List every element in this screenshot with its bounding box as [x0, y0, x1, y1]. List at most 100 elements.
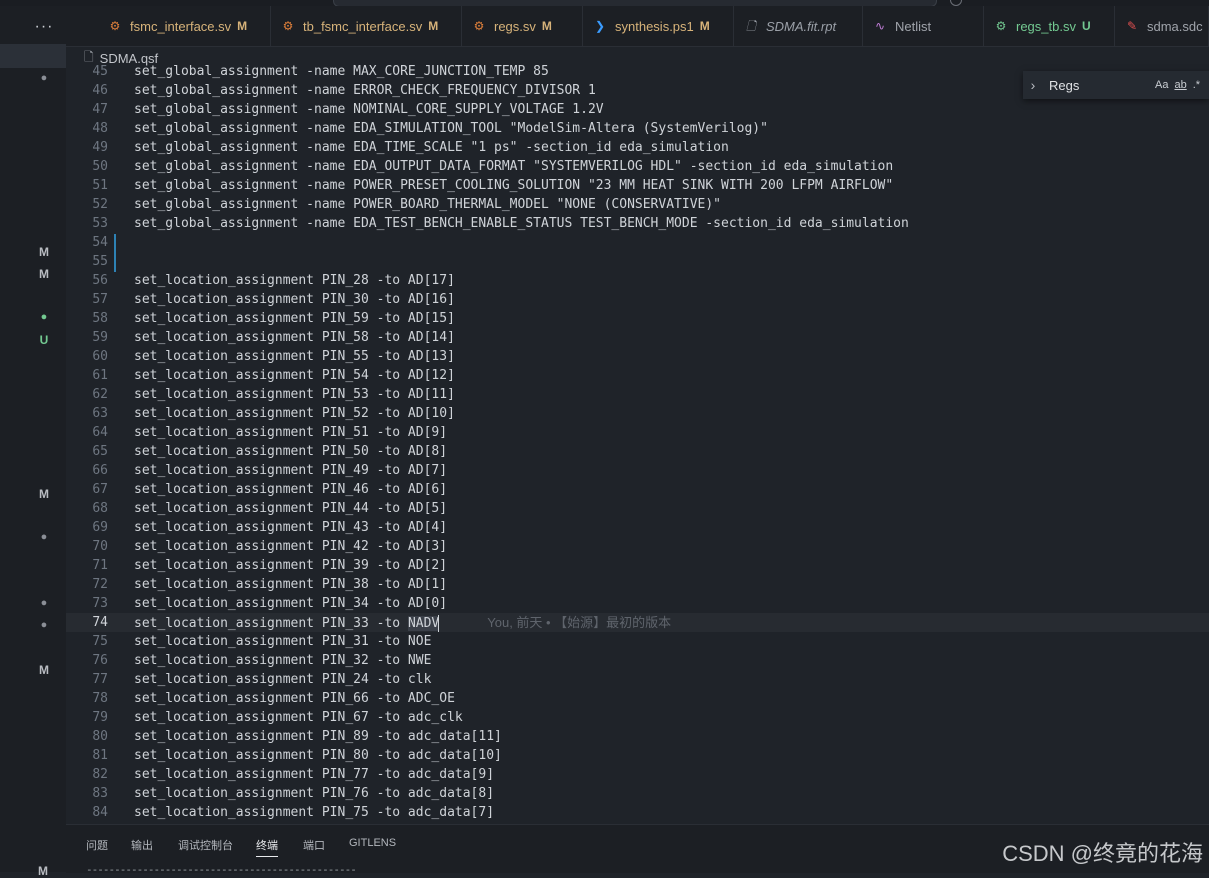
code-line[interactable]: 47 set_global_assignment -name NOMINAL_CO…	[66, 100, 1209, 119]
git-blame-annotation[interactable]: You, 前天 • 【始源】最初的版本	[487, 615, 671, 630]
code-line[interactable]: 60 set_location_assignment PIN_55 -to AD[…	[66, 347, 1209, 366]
code-line[interactable]: 76 set_location_assignment PIN_32 -to NWE	[66, 651, 1209, 670]
code-text: set_location_assignment PIN_55 -to AD[13…	[134, 349, 455, 364]
panel-tab-5[interactable]: GITLENS	[349, 837, 396, 849]
code-line[interactable]: 64 set_location_assignment PIN_51 -to AD[…	[66, 423, 1209, 442]
scm-marker: M	[39, 663, 49, 677]
code-line[interactable]: 67 set_location_assignment PIN_46 -to AD[…	[66, 480, 1209, 499]
tab-label: sdma.sdc	[1147, 18, 1203, 34]
code-line[interactable]: 52 set_global_assignment -name POWER_BOAR…	[66, 195, 1209, 214]
code-editor[interactable]: 45 set_global_assignment -name MAX_CORE_J…	[66, 62, 1209, 824]
code-line[interactable]: 73 set_location_assignment PIN_34 -to AD[…	[66, 594, 1209, 613]
status-dot-icon: ●	[40, 72, 48, 84]
tab-netlist[interactable]: ∿ Netlist	[863, 6, 984, 46]
line-number: 51	[92, 178, 108, 193]
code-line[interactable]: 51 set_global_assignment -name POWER_PRES…	[66, 176, 1209, 195]
code-line[interactable]: 84 set_location_assignment PIN_75 -to adc…	[66, 803, 1209, 822]
code-text: set_global_assignment -name POWER_PRESET…	[134, 178, 894, 193]
code-line[interactable]: 58 set_location_assignment PIN_59 -to AD[…	[66, 309, 1209, 328]
tab-label: fsmc_interface.sv	[130, 18, 232, 34]
panel-tab-0[interactable]: 问题	[86, 837, 108, 853]
code-line[interactable]: 57 set_location_assignment PIN_30 -to AD[…	[66, 290, 1209, 309]
line-number: 72	[92, 577, 108, 592]
code-line[interactable]: 61 set_location_assignment PIN_54 -to AD[…	[66, 366, 1209, 385]
code-line[interactable]: 49 set_global_assignment -name EDA_TIME_S…	[66, 138, 1209, 157]
tab-status-badge: M	[237, 19, 248, 33]
file-icon: 🗋	[746, 19, 756, 33]
code-line[interactable]: 63 set_location_assignment PIN_52 -to AD[…	[66, 404, 1209, 423]
code-line[interactable]: 62 set_location_assignment PIN_53 -to AD[…	[66, 385, 1209, 404]
tab-label: regs.sv	[494, 18, 536, 34]
panel-tab-2[interactable]: 调试控制台	[178, 837, 233, 853]
tab-status-badge: M	[428, 19, 439, 33]
code-line[interactable]: 70 set_location_assignment PIN_42 -to AD[…	[66, 537, 1209, 556]
code-text: set_global_assignment -name EDA_TEST_BEN…	[134, 216, 909, 231]
status-dot-icon: ●	[40, 619, 48, 631]
line-number: 50	[92, 159, 108, 174]
line-number: 68	[92, 501, 108, 516]
code-text: set_global_assignment -name NOMINAL_CORE…	[134, 102, 604, 117]
code-text: set_location_assignment PIN_24 -to clk	[134, 672, 432, 687]
tab-status-badge: U	[1081, 19, 1091, 33]
gear-file-icon: ⚙	[282, 19, 294, 33]
whole-word-toggle[interactable]: ab	[1174, 79, 1186, 91]
code-line[interactable]: 50 set_global_assignment -name EDA_OUTPUT…	[66, 157, 1209, 176]
tab-synthesis-ps1[interactable]: ❯ synthesis.ps1 M	[583, 6, 734, 46]
tab-sdma-sdc[interactable]: ✎ sdma.sdc	[1115, 6, 1209, 46]
code-line[interactable]: 59 set_location_assignment PIN_58 -to AD[…	[66, 328, 1209, 347]
line-number: 76	[92, 653, 108, 668]
code-line[interactable]: 69 set_location_assignment PIN_43 -to AD[…	[66, 518, 1209, 537]
code-line[interactable]: 56 set_location_assignment PIN_28 -to AD[…	[66, 271, 1209, 290]
line-number: 84	[92, 805, 108, 820]
code-line[interactable]: 55	[66, 252, 1209, 271]
code-line[interactable]: 82 set_location_assignment PIN_77 -to adc…	[66, 765, 1209, 784]
code-text: set_location_assignment PIN_76 -to adc_d…	[134, 786, 495, 801]
tab-regs-tb-sv[interactable]: ⚙ regs_tb.sv U	[984, 6, 1115, 46]
code-line[interactable]: 66 set_location_assignment PIN_49 -to AD[…	[66, 461, 1209, 480]
code-line[interactable]: 81 set_location_assignment PIN_80 -to adc…	[66, 746, 1209, 765]
status-dot-icon: ●	[40, 311, 48, 323]
code-line[interactable]: 78 set_location_assignment PIN_66 -to ADC…	[66, 689, 1209, 708]
line-number: 71	[92, 558, 108, 573]
code-line[interactable]: 48 set_global_assignment -name EDA_SIMULA…	[66, 119, 1209, 138]
code-line[interactable]: 54	[66, 233, 1209, 252]
match-case-toggle[interactable]: Aa	[1155, 79, 1168, 91]
line-number: 57	[92, 292, 108, 307]
code-line[interactable]: 71 set_location_assignment PIN_39 -to AD[…	[66, 556, 1209, 575]
code-line[interactable]: 75 set_location_assignment PIN_31 -to NOE	[66, 632, 1209, 651]
code-line[interactable]: 80 set_location_assignment PIN_89 -to adc…	[66, 727, 1209, 746]
code-line[interactable]: 53 set_global_assignment -name EDA_TEST_B…	[66, 214, 1209, 233]
regex-toggle[interactable]: .*	[1193, 79, 1200, 91]
code-text: set_global_assignment -name EDA_SIMULATI…	[134, 121, 768, 136]
line-number: 54	[92, 235, 108, 250]
feather-icon: ✎	[1126, 19, 1138, 33]
active-file-row[interactable]	[0, 44, 66, 68]
code-line[interactable]: 77 set_location_assignment PIN_24 -to clk	[66, 670, 1209, 689]
activity-sidebar: ··· ● M M ● U M ● ● ● M M	[0, 6, 66, 878]
code-line[interactable]: 74 set_location_assignment PIN_33 -to NAD…	[66, 613, 1209, 632]
line-number: 80	[92, 729, 108, 744]
code-line[interactable]: 79 set_location_assignment PIN_67 -to adc…	[66, 708, 1209, 727]
tab-fsmc-interface-sv[interactable]: ⚙ fsmc_interface.sv M	[98, 6, 271, 46]
line-number: 64	[92, 425, 108, 440]
line-number: 47	[92, 102, 108, 117]
code-text: set_location_assignment PIN_31 -to NOE	[134, 634, 432, 649]
code-text: set_location_assignment PIN_52 -to AD[10…	[134, 406, 455, 421]
find-input[interactable]: Regs	[1049, 78, 1149, 93]
code-line[interactable]: 68 set_location_assignment PIN_44 -to AD[…	[66, 499, 1209, 518]
code-line[interactable]: 83 set_location_assignment PIN_76 -to adc…	[66, 784, 1209, 803]
tab-regs-sv[interactable]: ⚙ regs.sv M	[462, 6, 583, 46]
tab-tb-fsmc-interface-sv[interactable]: ⚙ tb_fsmc_interface.sv M	[271, 6, 462, 46]
code-line[interactable]: 65 set_location_assignment PIN_50 -to AD[…	[66, 442, 1209, 461]
panel-tab-3[interactable]: 终端	[256, 837, 278, 857]
panel-tab-1[interactable]: 输出	[131, 837, 153, 853]
tab-sdma-fit-rpt[interactable]: 🗋 SDMA.fit.rpt	[734, 6, 863, 46]
scm-marker: M	[38, 864, 48, 878]
code-text: set_location_assignment PIN_80 -to adc_d…	[134, 748, 502, 763]
line-number: 49	[92, 140, 108, 155]
status-dot-icon: ●	[40, 531, 48, 543]
code-line[interactable]: 72 set_location_assignment PIN_38 -to AD[…	[66, 575, 1209, 594]
expand-replace-icon[interactable]: ›	[1023, 77, 1043, 93]
scm-marker: M	[39, 487, 49, 501]
panel-tab-4[interactable]: 端口	[303, 837, 325, 853]
